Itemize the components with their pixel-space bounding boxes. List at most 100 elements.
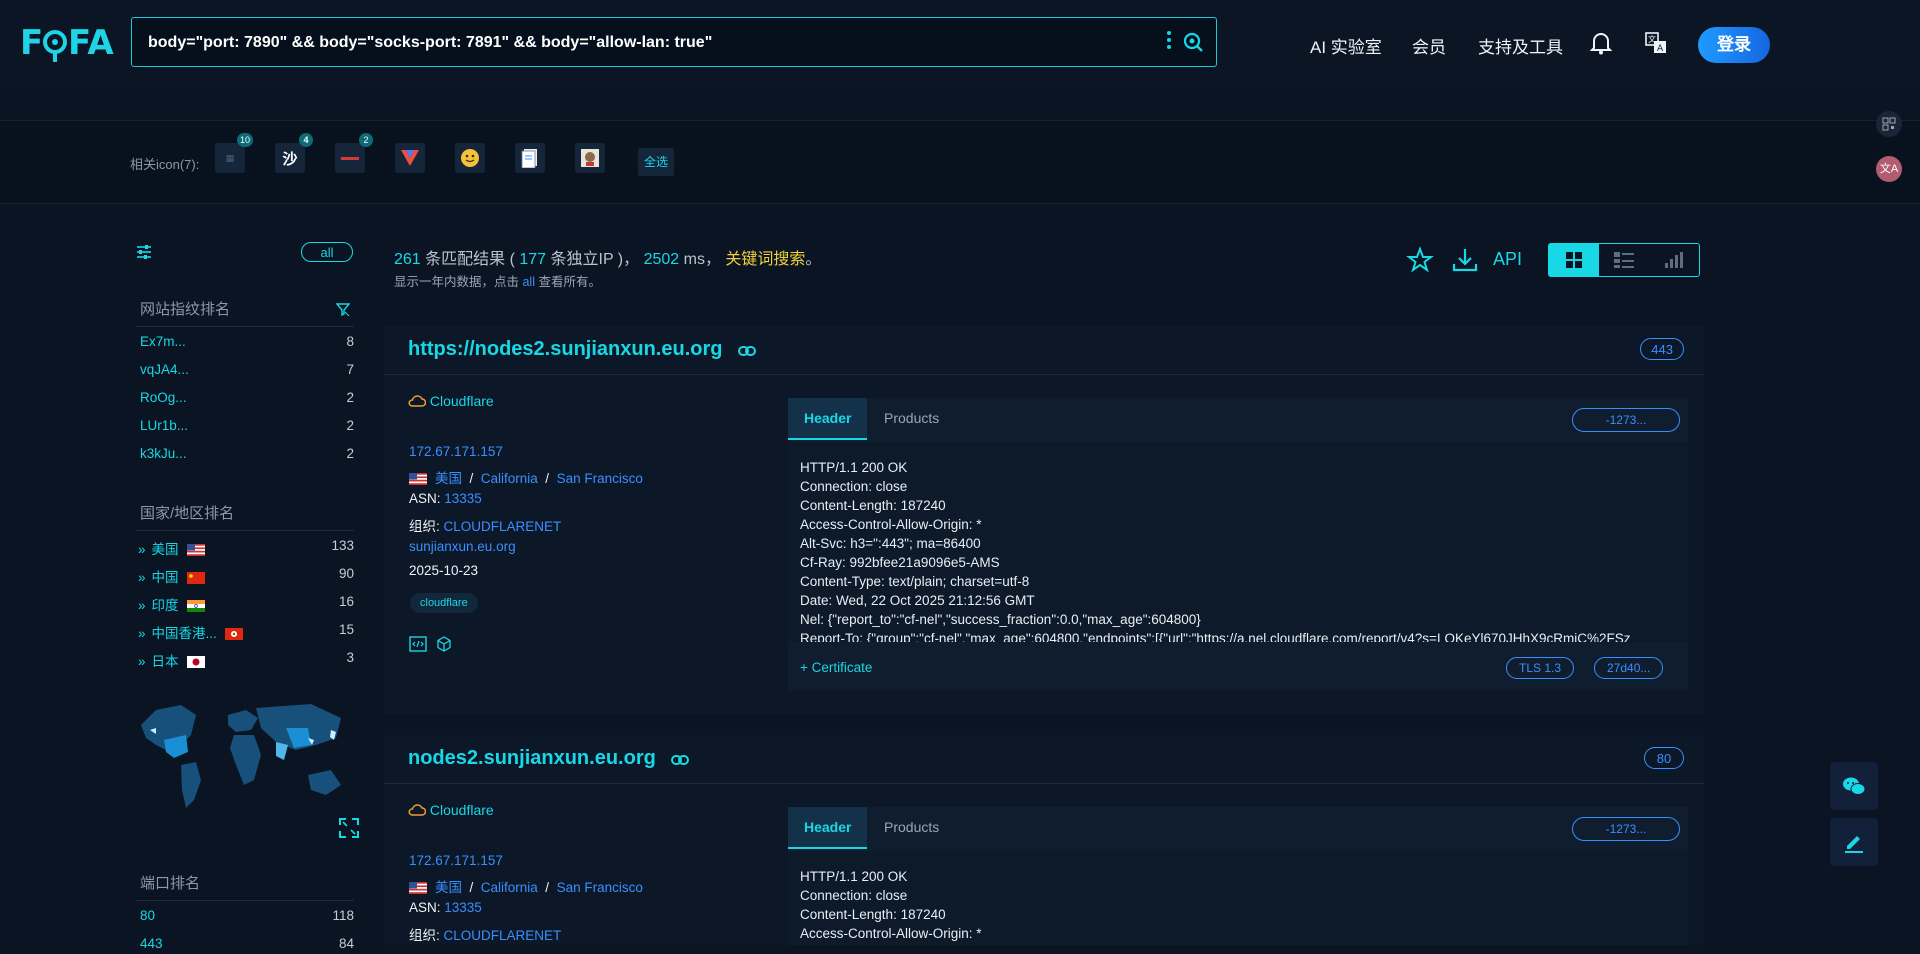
port-name[interactable]: 80	[140, 908, 155, 923]
fingerprint-item[interactable]: vqJA4... 7	[140, 362, 354, 380]
grid-icon	[1566, 252, 1582, 268]
http-header-text: HTTP/1.1 200 OK Connection: close Conten…	[788, 851, 1688, 945]
fingerprint-name[interactable]: RoOg...	[140, 390, 187, 405]
link-icon[interactable]	[671, 755, 689, 765]
star-icon[interactable]	[1406, 246, 1434, 274]
country-item[interactable]: » 美国 133	[138, 538, 354, 557]
translate-icon[interactable]: A文	[1645, 32, 1667, 54]
related-icon-5[interactable]	[455, 143, 485, 173]
search-icon[interactable]	[1182, 31, 1204, 53]
floating-translate-icon[interactable]: 文A	[1876, 156, 1902, 182]
country-name[interactable]: 中国	[152, 570, 179, 585]
cert-hash-badge[interactable]: 27d40...	[1594, 657, 1664, 679]
port-badge[interactable]: 80	[1644, 747, 1684, 769]
domain-link[interactable]: sunjianxun.eu.org	[409, 539, 516, 554]
stats-view-button[interactable]	[1649, 244, 1699, 276]
fingerprint-name[interactable]: LUr1b...	[140, 418, 188, 433]
tab-products[interactable]: Products	[868, 807, 955, 849]
show-all-link[interactable]: all	[522, 275, 535, 289]
qr-code-icon[interactable]	[1876, 111, 1902, 137]
cube-icon[interactable]	[436, 636, 452, 652]
asn-link[interactable]: 13335	[444, 491, 482, 506]
related-icon-7[interactable]	[575, 143, 605, 173]
region-link[interactable]: California	[481, 471, 538, 486]
ip-link[interactable]: 172.67.171.157	[409, 444, 503, 459]
certificate-toggle[interactable]: + Certificate	[800, 660, 872, 675]
org-link[interactable]: CLOUDFLARENET	[444, 928, 562, 943]
select-all-button[interactable]: 全选	[638, 148, 674, 176]
double-chevron-icon[interactable]: »	[138, 626, 146, 641]
country-item[interactable]: » 中国 90	[138, 566, 354, 585]
city-link[interactable]: San Francisco	[557, 471, 643, 486]
region-link[interactable]: California	[481, 880, 538, 895]
filter-settings-icon[interactable]	[136, 244, 152, 260]
country-link[interactable]: 美国	[435, 471, 462, 486]
country-name[interactable]: 日本	[152, 654, 179, 669]
fingerprint-name[interactable]: Ex7m...	[140, 334, 186, 349]
country-item[interactable]: » 印度 16	[138, 594, 354, 613]
login-button[interactable]: 登录	[1698, 27, 1770, 63]
more-vertical-icon[interactable]	[1166, 31, 1172, 53]
feedback-button[interactable]	[1830, 818, 1878, 866]
related-icon-4[interactable]	[395, 143, 425, 173]
banner-panel: Header Products -1273... HTTP/1.1 200 OK…	[788, 807, 1688, 945]
tab-header[interactable]: Header	[788, 398, 868, 440]
link-icon[interactable]	[738, 346, 756, 356]
country-item[interactable]: » 日本 3	[138, 650, 354, 669]
nav-membership[interactable]: 会员	[1412, 33, 1446, 58]
country-name[interactable]: 美国	[152, 542, 179, 557]
related-icon-3[interactable]: 2	[335, 133, 373, 173]
port-name[interactable]: 443	[140, 936, 163, 951]
double-chevron-icon[interactable]: »	[138, 654, 146, 669]
port-badge[interactable]: 443	[1640, 338, 1684, 360]
ip-link[interactable]: 172.67.171.157	[409, 853, 503, 868]
tab-header[interactable]: Header	[788, 807, 868, 849]
tab-products[interactable]: Products	[868, 398, 955, 440]
download-icon[interactable]	[1451, 246, 1479, 274]
world-map[interactable]	[136, 690, 354, 820]
icon-hash-badge[interactable]: -1273...	[1572, 408, 1680, 432]
tls-version-badge[interactable]: TLS 1.3	[1506, 657, 1575, 679]
port-item[interactable]: 443 84	[140, 936, 354, 954]
api-link[interactable]: API	[1493, 249, 1522, 270]
fingerprint-item[interactable]: RoOg... 2	[140, 390, 354, 408]
related-icon-2[interactable]: 沙4	[275, 133, 313, 173]
country-link[interactable]: 美国	[435, 880, 462, 895]
related-icon-6[interactable]	[515, 143, 545, 173]
clear-filter-icon[interactable]	[336, 302, 350, 316]
wechat-button[interactable]	[1830, 762, 1878, 810]
bell-icon[interactable]	[1589, 31, 1613, 55]
fingerprint-name[interactable]: vqJA4...	[140, 362, 189, 377]
double-chevron-icon[interactable]: »	[138, 598, 146, 613]
asn-link[interactable]: 13335	[444, 900, 482, 915]
fingerprint-item[interactable]: k3kJu... 2	[140, 446, 354, 464]
result-title-link[interactable]: nodes2.sunjianxun.eu.org	[408, 747, 656, 770]
fingerprint-name[interactable]: k3kJu...	[140, 446, 187, 461]
icon-hash-badge[interactable]: -1273...	[1572, 817, 1680, 841]
expand-map-icon[interactable]	[339, 818, 359, 838]
product-tag[interactable]: cloudflare	[410, 593, 478, 613]
keyword-search-link[interactable]: 关键词搜索	[725, 251, 805, 268]
code-icon[interactable]	[409, 636, 427, 652]
double-chevron-icon[interactable]: »	[138, 542, 146, 557]
port-count: 84	[338, 936, 354, 951]
wechat-icon	[1843, 777, 1866, 795]
country-name[interactable]: 中国香港...	[152, 626, 217, 641]
related-icon-1[interactable]: ▦ 10	[215, 133, 253, 173]
nav-support-tools[interactable]: 支持及工具	[1478, 33, 1563, 58]
country-item[interactable]: » 中国香港... 15	[138, 622, 354, 641]
all-filter-button[interactable]: all	[301, 242, 353, 262]
port-item[interactable]: 80 118	[140, 908, 354, 926]
fingerprint-item[interactable]: LUr1b... 2	[140, 418, 354, 436]
org-link[interactable]: CLOUDFLARENET	[444, 519, 562, 534]
nav-ai-lab[interactable]: AI 实验室	[1310, 33, 1382, 58]
fingerprint-item[interactable]: Ex7m... 8	[140, 334, 354, 352]
country-name[interactable]: 印度	[152, 598, 179, 613]
result-title-link[interactable]: https://nodes2.sunjianxun.eu.org	[408, 338, 722, 361]
city-link[interactable]: San Francisco	[557, 880, 643, 895]
fofa-logo[interactable]: F FA	[20, 18, 116, 63]
search-input[interactable]	[146, 18, 1140, 68]
double-chevron-icon[interactable]: »	[138, 570, 146, 585]
list-view-button[interactable]	[1599, 244, 1649, 276]
grid-view-button[interactable]	[1549, 244, 1599, 276]
